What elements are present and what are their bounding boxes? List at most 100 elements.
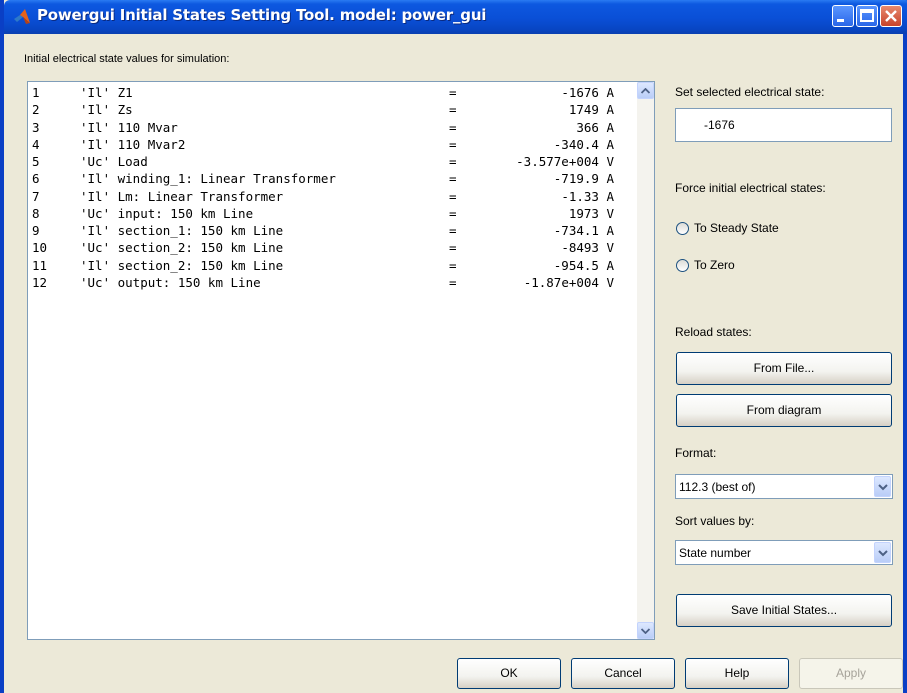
- vertical-scrollbar[interactable]: [637, 82, 654, 639]
- state-row-eq: =: [449, 85, 457, 100]
- state-row-value: -954.5 A: [553, 257, 614, 273]
- state-row-eq: =: [449, 240, 457, 256]
- state-row-name: 'Il' Z1: [80, 85, 133, 100]
- state-row-name: 'Uc' input: 150 km Line: [80, 205, 254, 221]
- reload-states-label: Reload states:: [675, 325, 752, 339]
- state-row-num: 1: [32, 85, 40, 100]
- chevron-down-icon: [878, 550, 888, 557]
- state-row-num: 5: [32, 154, 40, 169]
- state-row[interactable]: 3 'Il' 110 Mvar = 366 A: [28, 120, 628, 137]
- state-row[interactable]: 7 'Il' Lm: Linear Transformer = -1.33 A: [28, 189, 628, 206]
- state-row[interactable]: 4 'Il' 110 Mvar2 = -340.4 A: [28, 137, 628, 154]
- state-row-value: -1.87e+004 V: [523, 274, 614, 290]
- state-row-num: 2: [32, 102, 40, 118]
- state-row-eq: =: [449, 188, 457, 204]
- radio-steady-state-circle[interactable]: [676, 222, 689, 235]
- sort-select-value: State number: [679, 546, 752, 560]
- state-row-num: 8: [32, 205, 40, 221]
- state-row-value: -1.33 A: [561, 188, 614, 204]
- state-row[interactable]: 2 'Il' Zs = 1749 A: [28, 102, 628, 119]
- from-diagram-button[interactable]: From diagram: [676, 394, 892, 427]
- minimize-icon: [837, 19, 844, 22]
- state-row-num: 3: [32, 119, 40, 135]
- state-row-name: 'Il' 110 Mvar2: [80, 136, 186, 152]
- maximize-button[interactable]: [856, 5, 878, 27]
- minimize-button[interactable]: [832, 5, 854, 27]
- sort-select[interactable]: State number: [675, 540, 893, 565]
- set-state-label: Set selected electrical state:: [675, 85, 825, 99]
- format-label: Format:: [675, 446, 717, 460]
- state-row-num: 4: [32, 136, 40, 152]
- save-initial-states-button[interactable]: Save Initial States...: [676, 594, 892, 627]
- scroll-down-arrow-icon: [641, 628, 650, 634]
- state-row-value: 1973 V: [568, 205, 614, 221]
- radio-to-zero-label: To Zero: [694, 258, 735, 272]
- radio-to-zero[interactable]: To Zero: [676, 258, 876, 276]
- state-row-eq: =: [449, 205, 457, 221]
- state-row-name: 'Uc' Load: [80, 154, 148, 169]
- state-row-num: 6: [32, 171, 40, 187]
- state-row-eq: =: [449, 154, 457, 169]
- state-row-value: -8493 V: [561, 240, 614, 256]
- state-row-value: -3.577e+004 V: [516, 154, 614, 169]
- state-row-name: 'Il' Lm: Linear Transformer: [80, 188, 284, 204]
- chevron-down-icon: [878, 484, 888, 491]
- state-row-num: 12: [32, 274, 48, 290]
- state-row[interactable]: 9 'Il' section_1: 150 km Line = -734.1 A: [28, 223, 628, 240]
- cancel-button[interactable]: Cancel: [571, 658, 675, 689]
- state-row-name: 'Il' 110 Mvar: [80, 119, 178, 135]
- state-row-num: 11: [32, 257, 48, 273]
- sort-label: Sort values by:: [675, 514, 755, 528]
- state-row-value: -734.1 A: [553, 223, 614, 238]
- ok-button[interactable]: OK: [457, 658, 561, 689]
- scroll-up-arrow-icon: [641, 88, 650, 94]
- matlab-logo-icon: [14, 9, 30, 24]
- state-row-name: 'Il' Zs: [80, 102, 133, 118]
- sort-select-arrow[interactable]: [874, 542, 891, 563]
- state-row-value: -340.4 A: [553, 136, 614, 152]
- state-row[interactable]: 11 'Il' section_2: 150 km Line = -954.5 A: [28, 258, 628, 275]
- list-header-label: Initial electrical state values for simu…: [24, 53, 230, 65]
- state-row-name: 'Uc' section_2: 150 km Line: [80, 240, 284, 256]
- state-row[interactable]: 6 'Il' winding_1: Linear Transformer = -719…: [28, 171, 628, 188]
- state-row[interactable]: 10 'Uc' section_2: 150 km Line = -8493 V: [28, 240, 628, 257]
- state-row-value: -719.9 A: [553, 171, 614, 187]
- radio-steady-state[interactable]: To Steady State: [676, 221, 876, 239]
- state-row[interactable]: 8 'Uc' input: 150 km Line = 1973 V: [28, 206, 628, 223]
- state-row-name: 'Il' section_2: 150 km Line: [80, 257, 284, 273]
- close-icon: [885, 10, 897, 22]
- dialog-window: Powergui Initial States Setting Tool. mo…: [0, 0, 907, 693]
- state-row-eq: =: [449, 102, 457, 118]
- state-row[interactable]: 1 'Il' Z1 = -1676 A: [28, 85, 628, 102]
- state-value-input[interactable]: -1676: [675, 108, 892, 142]
- state-row-num: 10: [32, 240, 48, 256]
- from-file-button[interactable]: From File...: [676, 352, 892, 385]
- format-select-arrow[interactable]: [874, 476, 891, 497]
- state-row-num: 7: [32, 188, 40, 204]
- maximize-icon: [860, 9, 874, 22]
- state-row-eq: =: [449, 274, 457, 290]
- format-select[interactable]: 112.3 (best of): [675, 474, 893, 499]
- scroll-up-button[interactable]: [637, 82, 654, 99]
- state-row-eq: =: [449, 136, 457, 152]
- state-row-num: 9: [32, 223, 40, 238]
- scroll-down-button[interactable]: [637, 622, 654, 639]
- states-listbox[interactable]: 1 'Il' Z1 = -1676 A 2 'Il' Zs = 1749 A 3 'Il' 110…: [27, 81, 655, 640]
- state-row-name: 'Il' section_1: 150 km Line: [80, 223, 284, 238]
- close-button[interactable]: [880, 5, 902, 27]
- window-title: Powergui Initial States Setting Tool. mo…: [37, 6, 487, 24]
- state-row-value: 1749 A: [568, 102, 614, 118]
- radio-steady-state-label: To Steady State: [694, 221, 779, 235]
- apply-button: Apply: [799, 658, 903, 689]
- format-select-value: 112.3 (best of): [679, 480, 756, 494]
- state-row-eq: =: [449, 171, 457, 187]
- state-row-name: 'Il' winding_1: Linear Transformer: [80, 171, 336, 187]
- force-states-label: Force initial electrical states:: [675, 181, 826, 195]
- state-row-eq: =: [449, 257, 457, 273]
- state-row[interactable]: 12 'Uc' output: 150 km Line = -1.87e+004 V: [28, 275, 628, 292]
- radio-to-zero-circle[interactable]: [676, 259, 689, 272]
- state-row-value: -1676 A: [561, 85, 614, 100]
- help-button[interactable]: Help: [685, 658, 789, 689]
- state-row[interactable]: 5 'Uc' Load = -3.577e+004 V: [28, 154, 628, 171]
- title-bar[interactable]: Powergui Initial States Setting Tool. mo…: [4, 0, 907, 34]
